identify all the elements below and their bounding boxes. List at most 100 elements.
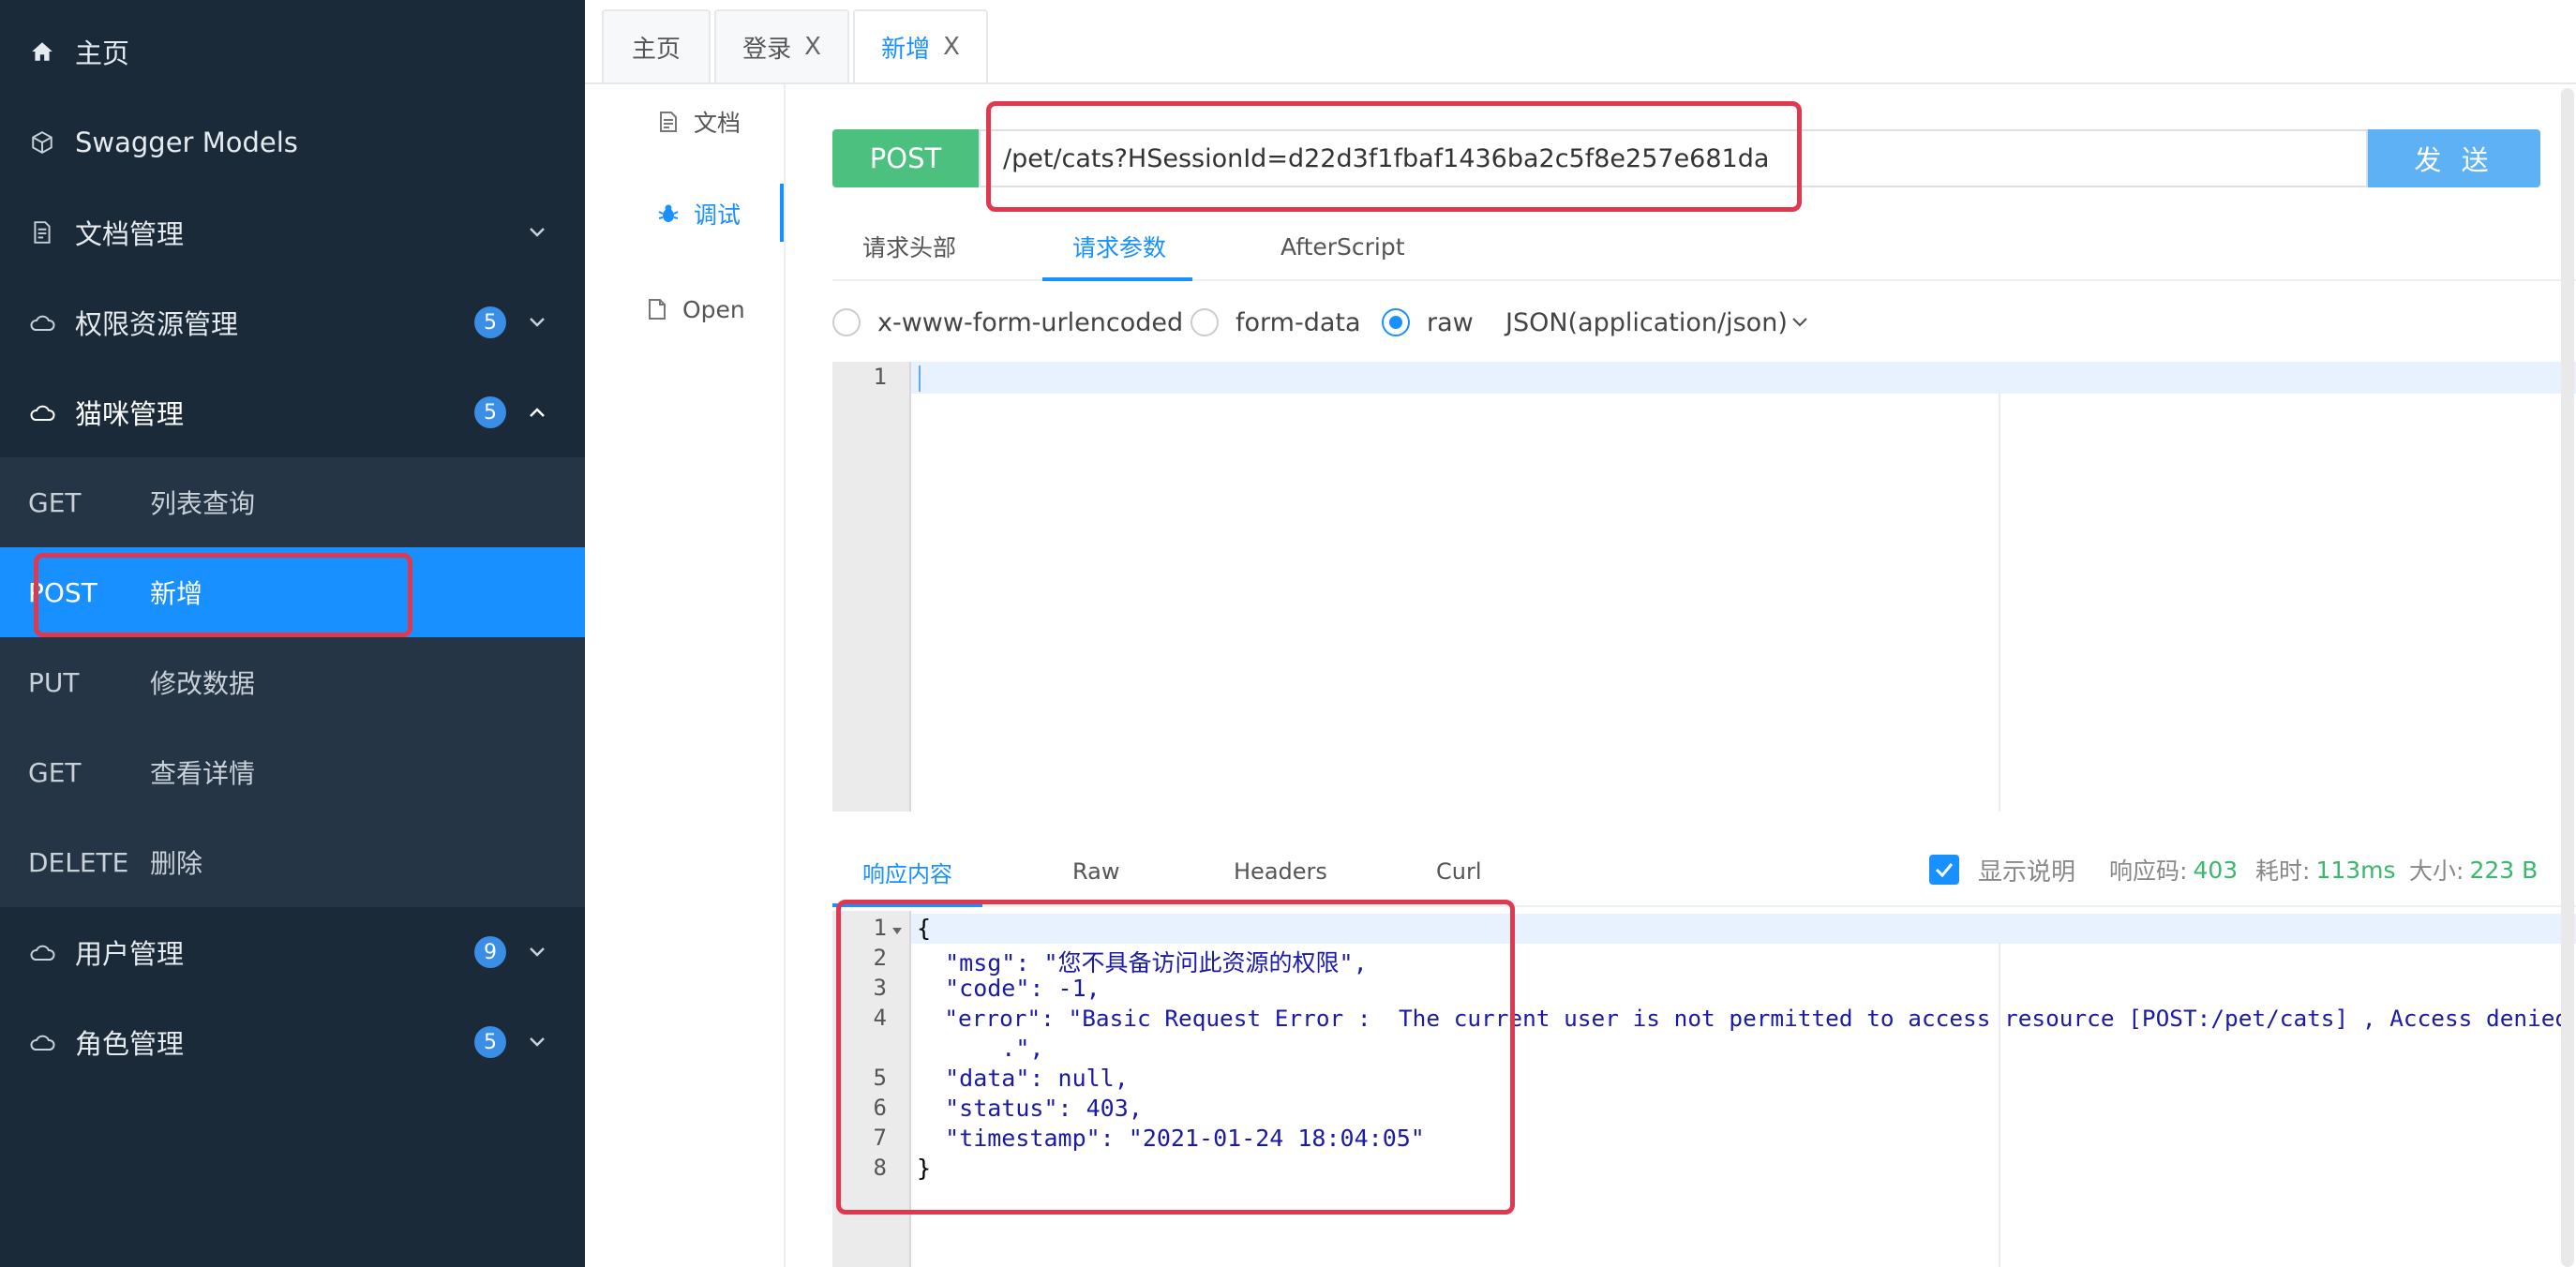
- count-badge: 5: [474, 1026, 506, 1058]
- radio-label: raw: [1427, 307, 1474, 337]
- send-button[interactable]: 发 送: [2368, 129, 2540, 187]
- method-label: GET: [28, 756, 82, 788]
- cloud-icon: [28, 398, 56, 426]
- document-icon: [656, 110, 681, 134]
- inner-nav-label: Open: [682, 295, 745, 323]
- document-icon: [28, 218, 56, 246]
- cloud-icon: [28, 1028, 56, 1056]
- radio-label: form-data: [1236, 307, 1361, 337]
- inner-nav-doc[interactable]: 文档: [656, 94, 793, 150]
- count-badge: 9: [474, 936, 506, 968]
- method-badge[interactable]: POST: [832, 129, 979, 187]
- count-badge: 5: [474, 396, 506, 428]
- response-code-label: 响应码:: [2109, 857, 2188, 885]
- highlight-box: [34, 553, 412, 637]
- file-icon: [645, 297, 669, 321]
- tab-request-params[interactable]: 请求参数: [1072, 223, 1166, 270]
- sidebar-item-label: 主页: [75, 37, 130, 69]
- tab-response-headers[interactable]: Headers: [1234, 851, 1327, 892]
- active-line: [911, 362, 2576, 394]
- chevron-down-icon: [527, 1032, 547, 1052]
- sidebar-item-role-manage[interactable]: 角色管理 5: [0, 997, 585, 1087]
- tab-bar-divider: [585, 82, 2576, 84]
- api-item-update[interactable]: PUT 修改数据: [0, 637, 585, 727]
- api-item-delete[interactable]: DELETE 删除: [0, 817, 585, 907]
- api-item-detail[interactable]: GET 查看详情: [0, 727, 585, 817]
- sidebar-item-home[interactable]: 主页: [0, 7, 585, 97]
- tab-label: 请求参数: [1072, 234, 1167, 261]
- radio-label: x-www-form-urlencoded: [877, 307, 1184, 337]
- home-icon: [28, 37, 56, 66]
- response-size-label: 大小:: [2409, 857, 2464, 885]
- tab-home[interactable]: 主页: [602, 9, 711, 82]
- sidebar-item-user-manage[interactable]: 用户管理 9: [0, 907, 585, 997]
- active-indicator: [780, 184, 784, 242]
- content-type-select[interactable]: JSON(application/json): [1505, 302, 1808, 343]
- method-label: PUT: [28, 666, 80, 698]
- tab-response-content[interactable]: 响应内容: [862, 851, 952, 892]
- tab-afterscript[interactable]: AfterScript: [1281, 223, 1405, 270]
- api-label: 查看详情: [150, 758, 256, 789]
- radio-form-data[interactable]: form-data: [1191, 302, 1361, 343]
- scrollbar[interactable]: [2561, 88, 2574, 1267]
- sidebar-item-doc-manage[interactable]: 文档管理: [0, 187, 585, 277]
- close-icon[interactable]: X: [804, 33, 821, 61]
- tab-response-raw[interactable]: Raw: [1072, 851, 1119, 892]
- tab-login[interactable]: 登录 X: [714, 9, 849, 82]
- highlight-box: [836, 900, 1515, 1215]
- tab-label: 响应内容: [862, 860, 952, 887]
- radio-raw[interactable]: raw: [1382, 302, 1474, 343]
- sidebar-item-label: 用户管理: [75, 938, 185, 970]
- tab-response-curl[interactable]: Curl: [1436, 851, 1482, 892]
- cube-icon: [28, 128, 56, 157]
- tab-request-headers[interactable]: 请求头部: [862, 223, 956, 270]
- radio-circle: [1191, 308, 1219, 336]
- show-description-label: 显示说明: [1978, 857, 2076, 887]
- radio-circle-selected: [1382, 308, 1410, 336]
- response-size: 大小: 223 B: [2409, 849, 2538, 890]
- inner-nav-label: 调试: [694, 201, 741, 229]
- api-label: 删除: [150, 848, 203, 879]
- tab-label: AfterScript: [1281, 232, 1405, 261]
- active-tab-underline: [1042, 277, 1192, 281]
- api-label: 修改数据: [150, 668, 256, 699]
- radio-circle: [832, 308, 861, 336]
- api-item-list[interactable]: GET 列表查询: [0, 457, 585, 547]
- sidebar-item-label: 文档管理: [75, 218, 185, 250]
- content-type-value: JSON(application/json): [1505, 307, 1788, 337]
- sidebar-item-permission[interactable]: 权限资源管理 5: [0, 277, 585, 367]
- highlight-box: [986, 101, 1802, 212]
- radio-urlencoded[interactable]: x-www-form-urlencoded: [832, 302, 1183, 343]
- sidebar-item-label: 权限资源管理: [75, 308, 239, 340]
- sidebar-item-label: 角色管理: [75, 1028, 185, 1060]
- response-code: 响应码: 403: [2109, 849, 2238, 890]
- bug-icon: [656, 201, 681, 226]
- print-margin: [1999, 394, 2000, 812]
- close-icon[interactable]: X: [943, 33, 960, 61]
- count-badge: 5: [474, 306, 506, 338]
- method-label: DELETE: [28, 846, 129, 878]
- inner-nav-open[interactable]: Open: [645, 281, 782, 337]
- chevron-down-icon: [1791, 317, 1808, 328]
- inner-nav-divider: [784, 84, 786, 1267]
- request-editor[interactable]: [832, 362, 2576, 812]
- inner-nav-debug[interactable]: 调试: [656, 186, 793, 242]
- chevron-down-icon: [527, 942, 547, 962]
- response-size-value: 223 B: [2469, 856, 2539, 884]
- tab-label: 主页: [631, 35, 681, 64]
- tab-add[interactable]: 新增 X: [853, 9, 988, 82]
- show-description-toggle[interactable]: 显示说明: [1929, 849, 2075, 890]
- sidebar-item-cat-manage[interactable]: 猫咪管理 5: [0, 367, 585, 457]
- text-cursor: [919, 365, 921, 392]
- sidebar: 主页 Swagger Models 文档管理 权限资源管理 5 猫咪管理 5 G…: [0, 0, 585, 1267]
- sidebar-item-label: Swagger Models: [75, 127, 298, 158]
- sidebar-item-swagger-models[interactable]: Swagger Models: [0, 97, 585, 187]
- line-number: 1: [873, 364, 887, 390]
- tab-label: Raw: [1072, 858, 1120, 885]
- chevron-up-icon: [527, 402, 547, 423]
- sidebar-item-label: 猫咪管理: [75, 398, 185, 430]
- cloud-icon: [28, 938, 56, 966]
- tab-label: 新增: [881, 35, 931, 64]
- checkbox-checked[interactable]: [1929, 855, 1959, 885]
- print-margin: [1999, 944, 2000, 1267]
